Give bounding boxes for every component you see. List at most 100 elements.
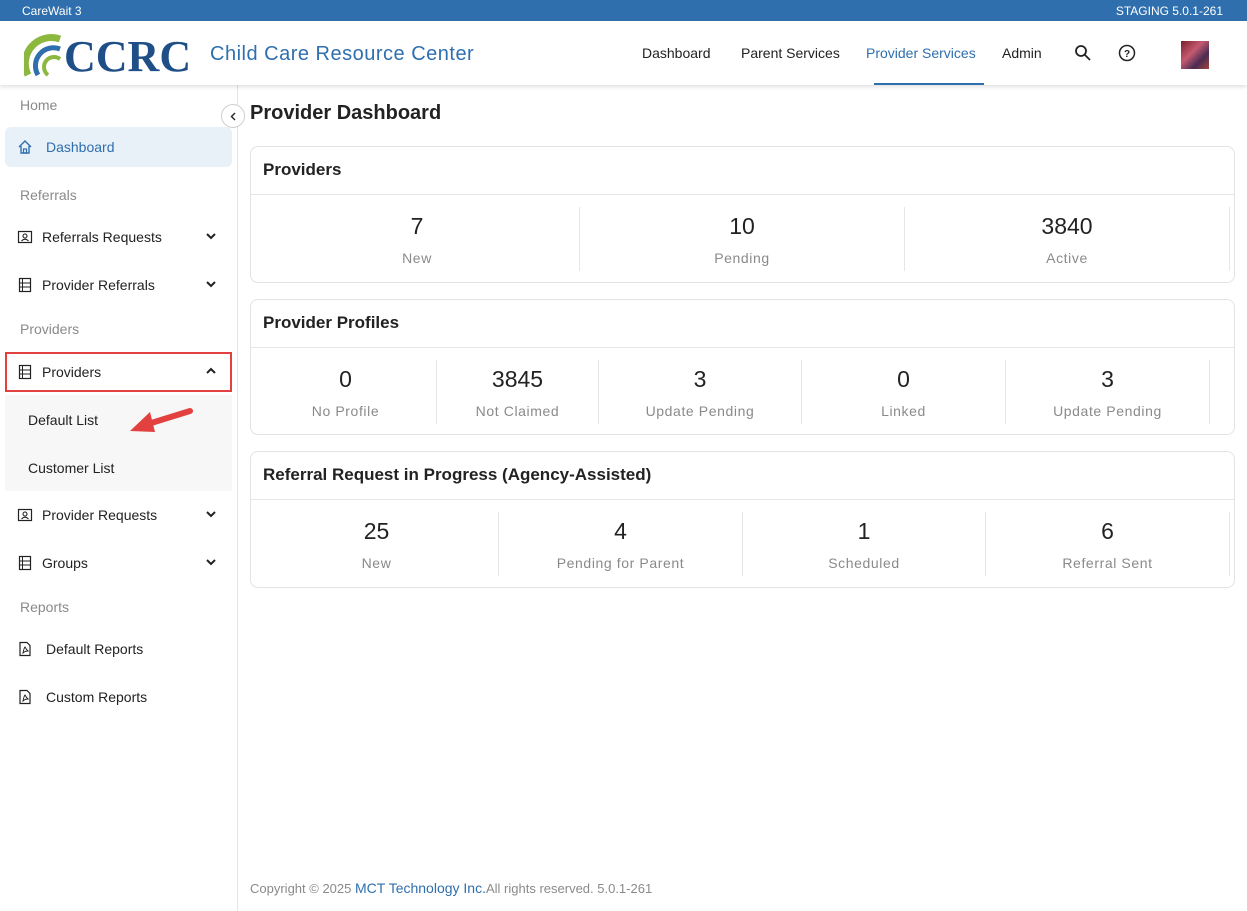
sidebar-item-custom-reports[interactable]: Custom Reports bbox=[5, 677, 232, 717]
providers-card: Providers 7 New 10 Pending 3840 Active bbox=[250, 146, 1235, 283]
sidebar-item-label: Provider Requests bbox=[42, 507, 158, 523]
divider bbox=[251, 347, 1234, 348]
pdf-file-icon bbox=[19, 641, 31, 657]
sidebar-subitem-default-list[interactable]: Default List bbox=[28, 412, 98, 428]
stat-value: 10 bbox=[729, 213, 755, 239]
contact-card-icon bbox=[17, 230, 33, 244]
chevron-left-icon bbox=[230, 112, 236, 121]
sidebar-item-label: Groups bbox=[42, 555, 88, 571]
stat-value: 3840 bbox=[1041, 213, 1093, 239]
nav-parent-services[interactable]: Parent Services bbox=[741, 21, 840, 85]
stat-update-pending[interactable]: 3 Update Pending bbox=[599, 360, 802, 424]
home-icon bbox=[18, 140, 32, 154]
nav-dashboard[interactable]: Dashboard bbox=[642, 21, 711, 85]
card-title: Referral Request in Progress (Agency-Ass… bbox=[263, 465, 652, 484]
stat-scheduled[interactable]: 1 Scheduled bbox=[743, 512, 986, 576]
stat-value: 0 bbox=[339, 366, 352, 392]
stat-value: 1 bbox=[857, 518, 871, 544]
stat-label: New bbox=[402, 250, 432, 266]
sidebar-item-label: Dashboard bbox=[46, 139, 115, 155]
stat-value: 3845 bbox=[491, 366, 544, 392]
environment-label: STAGING 5.0.1-261 bbox=[1115, 4, 1223, 18]
stat-value: 3 bbox=[1101, 366, 1114, 392]
stat-label: New bbox=[361, 555, 392, 571]
footer-rights: All rights reserved. 5.0.1-261 bbox=[485, 881, 653, 896]
stat-label: Update Pending bbox=[1053, 403, 1162, 419]
sidebar-item-label: Referrals Requests bbox=[42, 229, 162, 245]
help-icon[interactable]: ? bbox=[1117, 43, 1137, 63]
divider bbox=[251, 499, 1234, 500]
section-referrals: Referrals bbox=[20, 187, 77, 203]
sidebar-subitem-customer-list[interactable]: Customer List bbox=[28, 460, 114, 476]
list-icon bbox=[18, 277, 32, 293]
header: CCRC Child Care Resource Center Dashboar… bbox=[0, 21, 1247, 85]
stat-value: 4 bbox=[614, 518, 627, 544]
ccrc-logo[interactable]: CCRC bbox=[24, 31, 204, 77]
nav-admin[interactable]: Admin bbox=[1002, 21, 1042, 85]
sidebar-item-providers[interactable]: Providers bbox=[5, 352, 232, 392]
main-content: Provider Dashboard Providers 7 New 10 Pe… bbox=[238, 85, 1247, 911]
referral-requests-card: Referral Request in Progress (Agency-Ass… bbox=[250, 451, 1235, 588]
chevron-down-icon bbox=[206, 233, 216, 240]
pdf-file-icon bbox=[19, 689, 31, 705]
sidebar-item-dashboard[interactable]: Dashboard bbox=[5, 127, 232, 167]
sidebar-item-label: Provider Referrals bbox=[42, 277, 155, 293]
stat-value: 25 bbox=[363, 518, 390, 544]
sidebar-item-label: Providers bbox=[42, 364, 102, 380]
stat-referral-sent[interactable]: 6 Referral Sent bbox=[986, 512, 1230, 576]
stat-label: Pending for Parent bbox=[556, 555, 685, 571]
search-icon[interactable] bbox=[1073, 43, 1093, 63]
collapse-sidebar-button[interactable] bbox=[221, 104, 245, 128]
chevron-down-icon bbox=[206, 511, 216, 518]
svg-text:?: ? bbox=[1124, 49, 1130, 60]
section-providers: Providers bbox=[20, 321, 80, 337]
app-name: CareWait 3 bbox=[22, 4, 82, 18]
stat-label: Not Claimed bbox=[475, 403, 560, 419]
nav-provider-services[interactable]: Provider Services bbox=[866, 21, 984, 85]
chevron-up-icon bbox=[206, 367, 216, 374]
provider-profiles-card: Provider Profiles 0 No Profile 3845 Not … bbox=[250, 299, 1235, 435]
stat-linked[interactable]: 0 Linked bbox=[802, 360, 1006, 424]
stat-value: 7 bbox=[410, 213, 424, 239]
stat-not-claimed[interactable]: 3845 Not Claimed bbox=[437, 360, 599, 424]
chevron-down-icon bbox=[206, 559, 216, 566]
annotation-arrow bbox=[130, 408, 193, 432]
sidebar-item-label: Custom Reports bbox=[46, 689, 148, 705]
sidebar-item-provider-referrals[interactable]: Provider Referrals bbox=[5, 265, 232, 305]
sidebar-item-groups[interactable]: Groups bbox=[5, 543, 232, 583]
stat-new[interactable]: 7 New bbox=[255, 207, 580, 271]
sidebar: Home Dashboard Referrals Referrals Reque… bbox=[0, 85, 238, 911]
divider bbox=[251, 194, 1234, 195]
contact-card-icon bbox=[17, 508, 33, 522]
card-title: Providers bbox=[263, 160, 342, 179]
stat-pending[interactable]: 10 Pending bbox=[580, 207, 905, 271]
stat-label: Referral Sent bbox=[1062, 555, 1153, 571]
sidebar-item-provider-requests[interactable]: Provider Requests bbox=[5, 495, 232, 535]
stat-value: 0 bbox=[897, 366, 910, 392]
providers-submenu: Default List Customer List bbox=[5, 395, 232, 491]
stat-label: Scheduled bbox=[828, 555, 900, 571]
section-reports: Reports bbox=[20, 599, 70, 615]
stat-update-pending-2[interactable]: 3 Update Pending bbox=[1006, 360, 1210, 424]
footer-company-link[interactable]: MCT Technology Inc. bbox=[355, 880, 486, 896]
section-home: Home bbox=[20, 97, 58, 113]
sidebar-item-referrals-requests[interactable]: Referrals Requests bbox=[5, 217, 232, 257]
avatar[interactable] bbox=[1181, 41, 1209, 69]
card-title: Provider Profiles bbox=[263, 313, 400, 332]
stat-no-profile[interactable]: 0 No Profile bbox=[255, 360, 437, 424]
list-icon bbox=[18, 364, 32, 380]
footer: Copyright © 2025 MCT Technology Inc.All … bbox=[250, 880, 652, 896]
stat-label: No Profile bbox=[311, 403, 380, 419]
stat-new[interactable]: 25 New bbox=[255, 512, 499, 576]
stat-pending-for-parent[interactable]: 4 Pending for Parent bbox=[499, 512, 743, 576]
stat-active[interactable]: 3840 Active bbox=[905, 207, 1230, 271]
stat-label: Linked bbox=[881, 403, 926, 419]
stat-value: 6 bbox=[1101, 518, 1114, 544]
logo-text: CCRC bbox=[64, 32, 191, 77]
stat-label: Active bbox=[1046, 250, 1088, 266]
sidebar-item-default-reports[interactable]: Default Reports bbox=[5, 629, 232, 669]
footer-copyright: Copyright © 2025 bbox=[250, 881, 355, 896]
stat-value: 3 bbox=[693, 366, 707, 392]
stat-label: Update Pending bbox=[645, 403, 755, 419]
list-icon bbox=[18, 555, 32, 571]
